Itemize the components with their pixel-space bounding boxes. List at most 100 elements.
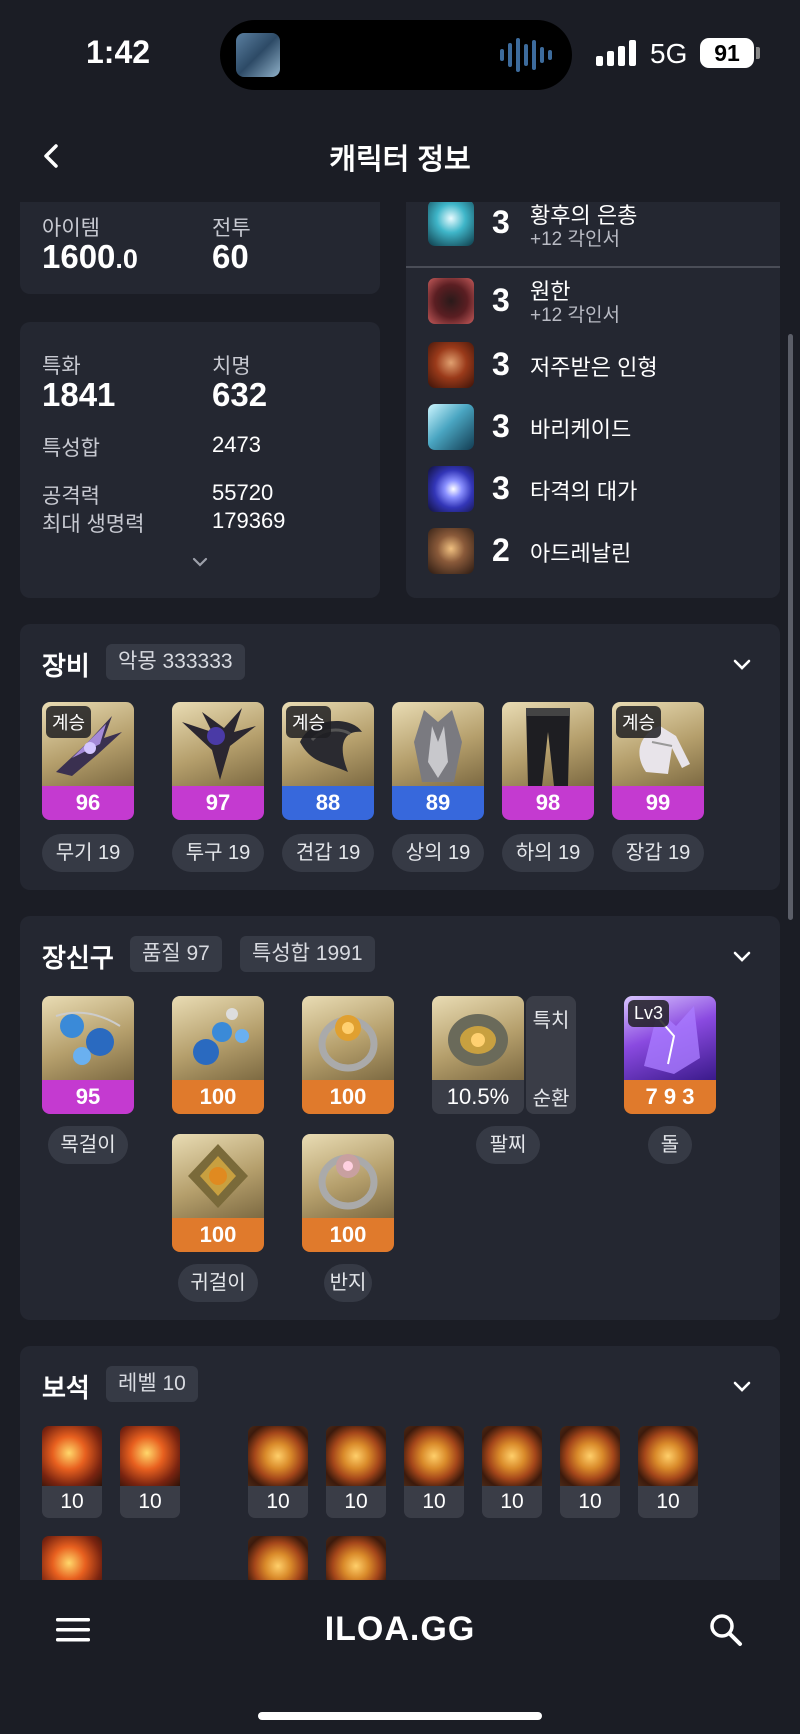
gem-image (248, 1426, 308, 1486)
item-quality: 88 (282, 786, 374, 820)
bracelet-tag: 순환 (532, 1088, 570, 1110)
gem-item[interactable]: 10 (638, 1426, 698, 1518)
brand-logo[interactable]: ILOA.GG (0, 1610, 800, 1649)
inherit-badge: 계승 (46, 706, 92, 738)
gem-level: 10 (326, 1486, 386, 1518)
combat-level-value: 60 (212, 238, 249, 275)
hp-label: 최대 생명력 (42, 513, 145, 536)
item-quality: 100 (172, 1218, 264, 1252)
accessory-bracelet[interactable]: 10.5% (432, 996, 524, 1114)
item-level-value: 1600.0 (42, 238, 138, 275)
item-level-card: 아이템 1600.0 전투 60 (20, 202, 380, 294)
engraving-level: 3 (492, 408, 510, 444)
gems-card: 보석 레벨 10 10 10 10 10 10 10 10 10 (20, 1346, 780, 1580)
item-quality: 95 (42, 1080, 134, 1114)
slot-label: 투구 19 (172, 834, 264, 872)
gem-item[interactable]: 10 (404, 1426, 464, 1518)
gem-image (326, 1536, 386, 1580)
accessory-necklace[interactable]: 95 (42, 996, 134, 1114)
gem-image (404, 1426, 464, 1486)
pants-image (502, 702, 594, 786)
slot-label: 상의 19 (392, 834, 484, 872)
equipment-item-gloves[interactable]: 계승 99 (612, 702, 704, 820)
engraving-row[interactable]: 3 타격의 대가 (406, 460, 786, 520)
accessories-title: 장신구 (42, 943, 114, 973)
slot-label: 팔찌 (476, 1126, 540, 1164)
crit-value: 632 (212, 376, 268, 413)
gem-image (326, 1426, 386, 1486)
bracelet-tag: 특치 (532, 1010, 570, 1032)
trait-sum-value: 2473 (212, 432, 261, 457)
item-quality: 89 (392, 786, 484, 820)
accessory-earring[interactable]: 100 (172, 996, 264, 1114)
equipment-item-weapon[interactable]: 계승 96 (42, 702, 134, 820)
collapse-equipment-chevron-icon[interactable] (730, 652, 754, 676)
bracelet-tags: 특치 순환 (526, 996, 576, 1114)
gem-image (42, 1536, 102, 1580)
status-bar: 1:42 5G 91 (0, 0, 800, 110)
trait-sum-chip: 특성합 1991 (240, 936, 375, 972)
engraving-icon (428, 466, 474, 512)
engraving-level: 3 (492, 204, 510, 240)
engraving-level: 3 (492, 346, 510, 382)
gem-item[interactable]: 10 (482, 1426, 542, 1518)
collapse-accessories-chevron-icon[interactable] (730, 944, 754, 968)
cellular-signal-icon (596, 40, 636, 66)
item-quality: 97 (172, 786, 264, 820)
engraving-row[interactable]: 3 바리케이드 (406, 398, 786, 458)
earring-image (172, 996, 264, 1080)
helmet-image (172, 702, 264, 786)
gem-level: 10 (560, 1486, 620, 1518)
gem-item[interactable]: 10 (326, 1426, 386, 1518)
equipment-item-shoulder[interactable]: 계승 88 (282, 702, 374, 820)
engraving-icon (428, 278, 474, 324)
status-time: 1:42 (86, 34, 151, 70)
engraving-row[interactable]: 2 아드레날린 (406, 522, 786, 582)
engraving-icon (428, 202, 474, 246)
gem-image (482, 1426, 542, 1486)
engraving-book: +12 각인서 (530, 305, 620, 326)
gem-item[interactable]: 10 (560, 1426, 620, 1518)
set-chip: 악몽 333333 (106, 644, 245, 680)
now-playing-thumbnail (236, 33, 280, 77)
bottom-bar: ILOA.GG (0, 1580, 800, 1734)
equipment-item-chest[interactable]: 89 (392, 702, 484, 820)
gem-item[interactable]: 10 (248, 1426, 308, 1518)
gem-level: 10 (404, 1486, 464, 1518)
engraving-row[interactable]: 3 저주받은 인형 (406, 336, 786, 396)
ring-image (302, 996, 394, 1080)
scrollbar[interactable] (788, 334, 793, 920)
engraving-name: 타격의 대가 (530, 479, 638, 504)
item-level-decimal: .0 (115, 244, 138, 274)
gem-item[interactable] (326, 1536, 386, 1580)
equipment-item-helmet[interactable]: 97 (172, 702, 264, 820)
engraving-row[interactable]: 3 황후의 은총 +12 각인서 (406, 202, 786, 254)
search-icon[interactable] (708, 1612, 744, 1648)
accessory-ring[interactable]: 100 (302, 996, 394, 1114)
gem-item[interactable]: 10 (120, 1426, 180, 1518)
collapse-gems-chevron-icon[interactable] (730, 1374, 754, 1398)
accessory-stone[interactable]: Lv3 7 9 3 (624, 996, 716, 1114)
stone-value: 7 9 3 (624, 1080, 716, 1114)
bracelet-value: 10.5% (432, 1080, 524, 1114)
engraving-row[interactable]: 3 원한 +12 각인서 (406, 272, 786, 332)
dynamic-island (220, 20, 572, 90)
accessory-earring[interactable]: 100 (172, 1134, 264, 1252)
engraving-name: 저주받은 인형 (530, 355, 658, 380)
inherit-badge: 계승 (286, 706, 332, 738)
expand-stats-chevron-icon[interactable] (190, 552, 210, 572)
accessory-ring[interactable]: 100 (302, 1134, 394, 1252)
gem-item[interactable] (248, 1536, 308, 1580)
attack-value: 55720 (212, 480, 274, 505)
slot-label: 장갑 19 (612, 834, 704, 872)
content-scroll[interactable]: 아이템 1600.0 전투 60 특화 1841 치명 632 특성합 2473… (0, 202, 800, 1580)
gem-item[interactable]: 10 (42, 1426, 102, 1518)
gem-item[interactable] (42, 1536, 102, 1580)
equipment-item-pants[interactable]: 98 (502, 702, 594, 820)
slot-label: 반지 (324, 1264, 372, 1302)
home-indicator[interactable] (258, 1712, 542, 1720)
slot-label: 돌 (648, 1126, 692, 1164)
quality-chip: 품질 97 (130, 936, 222, 972)
item-quality: 100 (302, 1080, 394, 1114)
stats-card: 특화 1841 치명 632 특성합 2473 공격력 55720 최대 생명력… (20, 322, 380, 598)
